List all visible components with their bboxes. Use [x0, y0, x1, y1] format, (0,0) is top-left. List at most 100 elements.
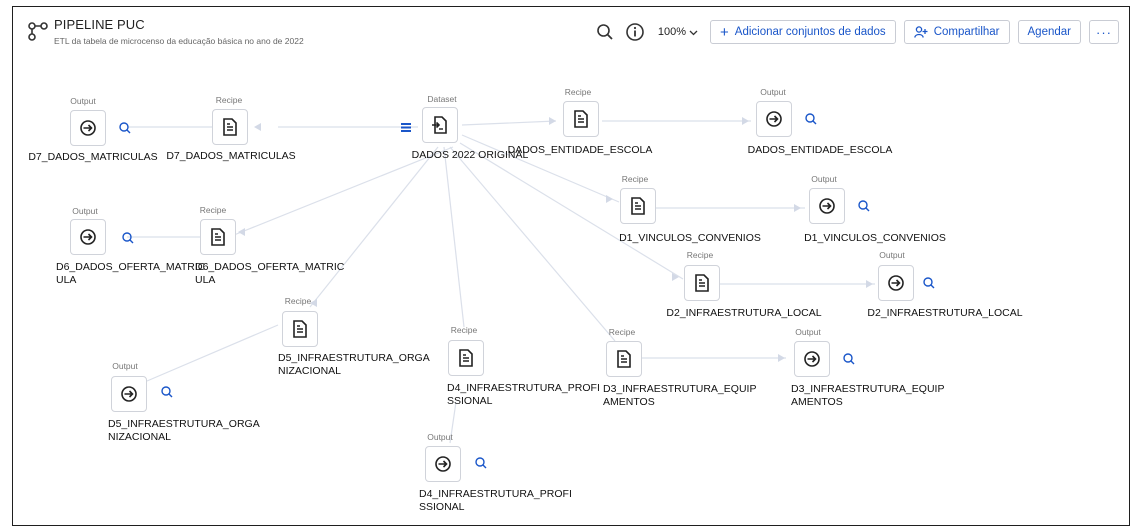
edge-arrow	[742, 117, 749, 125]
node-type-label: Output	[427, 432, 453, 442]
output-icon	[80, 120, 96, 136]
node-label: D6_DADOS_OFERTA_MATRIC ULA	[56, 261, 205, 287]
node-type-label: Recipe	[608, 327, 636, 337]
node-label-line: D3_INFRAESTRUTURA_EQUIP	[791, 383, 945, 395]
node-output-entidade[interactable]	[756, 101, 792, 137]
node-label: D2_INFRAESTRUTURA_LOCAL	[867, 307, 1023, 319]
node-recipe-d1[interactable]	[620, 188, 656, 224]
node-output-d4[interactable]	[425, 446, 461, 482]
preview-icon[interactable]	[842, 352, 856, 366]
node-label: D2_INFRAESTRUTURA_LOCAL	[666, 307, 822, 319]
node-label-line: D4_INFRAESTRUTURA_PROFI	[447, 382, 600, 394]
node-label-line: D5_INFRAESTRUTURA_ORGA	[108, 418, 260, 430]
node-label: DADOS_ENTIDADE_ESCOLA	[507, 144, 653, 156]
recipe-icon	[459, 349, 473, 367]
node-output-d2[interactable]	[878, 265, 914, 301]
node-type-label: Recipe	[621, 174, 649, 184]
node-label: DADOS_ENTIDADE_ESCOLA	[747, 144, 893, 156]
node-label: D7_DADOS_MATRICULAS	[28, 151, 158, 163]
node-type-label: Output	[112, 361, 138, 371]
node-recipe-d3[interactable]	[606, 341, 642, 377]
edge-arrow	[254, 123, 261, 131]
node-recipe-d6[interactable]	[200, 219, 236, 255]
node-recipe-d7[interactable]	[212, 109, 248, 145]
node-recipe-d2[interactable]	[684, 265, 720, 301]
preview-icon[interactable]	[118, 121, 132, 135]
dataset-icon	[432, 116, 447, 134]
node-label: D5_INFRAESTRUTURA_ORGA NIZACIONAL	[278, 352, 430, 378]
node-label: D1_VINCULOS_CONVENIOS	[804, 232, 946, 244]
recipe-icon	[695, 274, 709, 292]
output-icon	[121, 386, 137, 402]
node-label-line: ULA	[195, 274, 216, 286]
node-label: D5_INFRAESTRUTURA_ORGA NIZACIONAL	[108, 418, 260, 444]
node-label-line: AMENTOS	[603, 396, 655, 408]
node-label-line: NIZACIONAL	[108, 431, 172, 443]
node-type-label: Recipe	[686, 250, 714, 260]
node-type-label: Recipe	[215, 95, 243, 105]
node-type-label: Output	[72, 206, 98, 216]
node-label-line: D5_INFRAESTRUTURA_ORGA	[278, 352, 430, 364]
node-type-label: Recipe	[284, 296, 312, 306]
edge-arrow	[606, 195, 613, 203]
edge-arrow	[866, 280, 873, 288]
preview-icon[interactable]	[121, 231, 135, 245]
node-label: D7_DADOS_MATRICULAS	[166, 150, 296, 162]
edge-arrow	[794, 204, 801, 212]
node-output-d7[interactable]	[70, 110, 106, 146]
edge-arrow	[238, 228, 245, 236]
recipe-icon	[617, 350, 631, 368]
node-type-label: Recipe	[450, 325, 478, 335]
node-type-label: Recipe	[199, 205, 227, 215]
preview-icon[interactable]	[922, 276, 936, 290]
node-label-line: NIZACIONAL	[278, 365, 342, 377]
node-label-line: SSIONAL	[447, 395, 493, 407]
recipe-icon	[223, 118, 237, 136]
node-recipe-d4[interactable]	[448, 340, 484, 376]
edge-arrow	[778, 354, 785, 362]
node-label: D3_INFRAESTRUTURA_EQUIP AMENTOS	[603, 383, 756, 409]
node-recipe-d5[interactable]	[282, 311, 318, 347]
output-icon	[804, 351, 820, 367]
node-type-label: Dataset	[427, 94, 457, 104]
node-label-line: SSIONAL	[419, 501, 465, 513]
preview-icon[interactable]	[160, 385, 174, 399]
node-output-d3[interactable]	[794, 341, 830, 377]
node-type-label: Output	[70, 96, 96, 106]
node-label-line: ULA	[56, 274, 77, 286]
node-label-line: AMENTOS	[791, 396, 843, 408]
edge-arrow	[672, 273, 679, 281]
output-icon	[766, 111, 782, 127]
node-source-dataset[interactable]	[422, 107, 458, 143]
node-recipe-entidade[interactable]	[563, 101, 599, 137]
node-label: D1_VINCULOS_CONVENIOS	[619, 232, 761, 244]
preview-icon[interactable]	[857, 199, 871, 213]
node-label: D4_INFRAESTRUTURA_PROFI SSIONAL	[419, 488, 572, 514]
recipe-icon	[211, 228, 225, 246]
output-icon	[888, 275, 904, 291]
node-type-label: Output	[760, 87, 786, 97]
node-label: D6_DADOS_OFERTA_MATRIC ULA	[195, 261, 344, 287]
preview-icon[interactable]	[804, 112, 818, 126]
edge-arrow	[549, 117, 556, 125]
recipe-icon	[293, 320, 307, 338]
node-label-line: D3_INFRAESTRUTURA_EQUIP	[603, 383, 757, 395]
output-icon	[80, 229, 96, 245]
node-label: D4_INFRAESTRUTURA_PROFI SSIONAL	[447, 382, 600, 408]
node-output-d6[interactable]	[70, 219, 106, 255]
output-icon	[435, 456, 451, 472]
node-type-label: Output	[811, 174, 837, 184]
recipe-icon	[574, 110, 588, 128]
node-label-line: D4_INFRAESTRUTURA_PROFI	[419, 488, 572, 500]
dataset-stack-icon	[401, 123, 411, 132]
node-output-d5[interactable]	[111, 376, 147, 412]
node-type-label: Output	[879, 250, 905, 260]
preview-icon[interactable]	[474, 456, 488, 470]
pipeline-window: PIPELINE PUC ETL da tabela de microcenso…	[12, 6, 1130, 526]
node-label-line: D6_DADOS_OFERTA_MATRIC	[195, 261, 345, 273]
node-label-line: D6_DADOS_OFERTA_MATRIC	[56, 261, 206, 273]
node-label: D3_INFRAESTRUTURA_EQUIP AMENTOS	[791, 383, 944, 409]
node-type-label: Recipe	[564, 87, 592, 97]
node-type-label: Output	[795, 327, 821, 337]
node-output-d1[interactable]	[809, 188, 845, 224]
